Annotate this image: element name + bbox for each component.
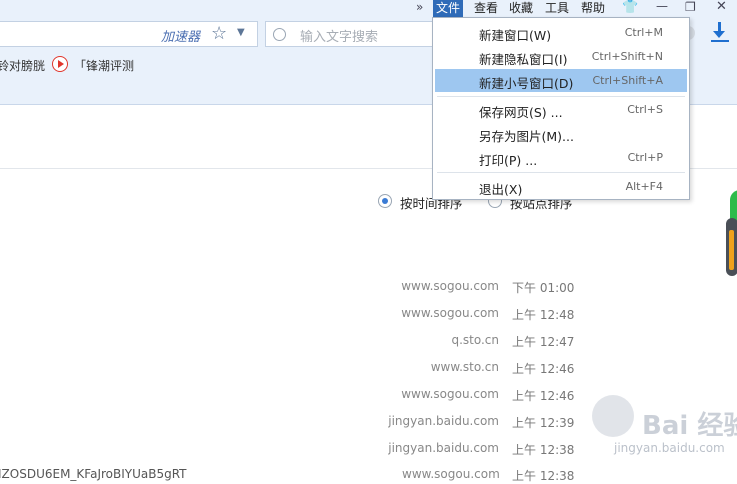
menu-separator [437,96,685,97]
history-time: 上午 12:46 [512,389,575,403]
menu-separator [437,172,685,173]
history-row[interactable]: www.sogou.com 上午 12:48 [0,297,737,324]
menu-file[interactable]: 文件 [433,0,464,17]
menu-item-shortcut: Ctrl+M [624,26,663,39]
history-row[interactable]: q.sto.cn 上午 12:47 [0,324,737,351]
menu-item-print[interactable]: 打印(P) ... Ctrl+P [435,146,687,169]
menu-item-shortcut: Alt+F4 [625,180,663,193]
minimize-icon[interactable]: — [656,0,668,13]
menu-item-shortcut: Ctrl+P [627,151,663,164]
download-icon[interactable] [711,22,729,42]
menu-item-shortcut: Ctrl+Shift+N [591,50,663,63]
menu-tools[interactable]: 工具 [542,0,572,17]
shirt-skin-icon[interactable]: 👕 [622,0,638,15]
file-menu-dropdown: 新建窗口(W) Ctrl+M 新建隐私窗口(I) Ctrl+Shift+N 新建… [432,17,690,200]
dropdown-arrow-icon[interactable]: ▼ [237,27,245,38]
bookmark-item[interactable]: 「锋潮评测 [74,57,134,74]
menu-item-shortcut: Ctrl+S [627,103,663,116]
menu-item-new-private-window[interactable]: 新建隐私窗口(I) Ctrl+Shift+N [435,45,687,68]
accelerator-label[interactable]: 加速器 [161,26,200,45]
history-row[interactable]: www.sogou.com 下午 01:00 [0,270,737,297]
menu-help[interactable]: 帮助 [578,0,608,17]
menu-item-shortcut: Ctrl+Shift+A [592,74,663,87]
history-time: 上午 12:38 [512,443,575,457]
watermark: Bai 经验 jingyan.baidu.com [586,395,737,461]
history-row[interactable]: www.sto.cn 上午 12:46 [0,351,737,378]
menu-item-label: 保存网页(S) ... [479,105,563,120]
history-time: 上午 12:39 [512,416,575,430]
menu-item-save-page[interactable]: 保存网页(S) ... Ctrl+S [435,98,687,121]
menu-item-new-alt-window[interactable]: 新建小号窗口(D) Ctrl+Shift+A [435,69,687,92]
menu-item-label: 退出(X) [479,182,523,197]
history-domain: www.sogou.com [401,387,499,401]
bookmark-item[interactable]: 铃对膀胱 [0,57,45,74]
history-domain: jingyan.baidu.com [388,414,499,428]
history-domain: www.sogou.com [401,279,499,293]
history-time: 上午 12:46 [512,362,575,376]
watermark-subtext: jingyan.baidu.com [614,441,725,455]
menu-item-save-as-image[interactable]: 另存为图片(M)... [435,122,687,145]
star-icon[interactable]: ☆ [211,23,227,44]
baidu-paw-logo [592,395,634,437]
menu-item-new-window[interactable]: 新建窗口(W) Ctrl+M [435,21,687,44]
history-title-partial[interactable]: IZOSDU6EM_KFaJroBIYUaB5gRT [0,467,187,481]
menu-item-label: 打印(P) ... [479,153,538,168]
history-domain: www.sto.cn [430,360,499,374]
history-time: 上午 12:47 [512,335,575,349]
chevron-more-icon[interactable]: » [416,0,423,14]
history-domain-partial: www.sogou.com [402,467,500,481]
search-placeholder: 输入文字搜索 [300,30,379,45]
history-time-partial: 上午 12:38 [512,469,575,483]
search-icon [273,28,286,41]
history-domain: q.sto.cn [451,333,499,347]
watermark-text: Bai 经验 [642,411,737,441]
close-icon[interactable]: ✕ [716,0,727,14]
side-speed-widget[interactable] [724,190,737,285]
menu-item-label: 新建小号窗口(D) [479,76,574,91]
play-icon [52,56,68,72]
address-bar[interactable]: 加速器 ☆ ▼ [0,21,258,47]
restore-icon[interactable]: ❐ [685,0,696,14]
history-time: 上午 12:48 [512,308,575,322]
menu-view[interactable]: 查看 [471,0,501,17]
menu-item-label: 新建窗口(W) [479,28,552,43]
menu-item-label: 另存为图片(M)... [479,129,574,144]
menu-item-exit[interactable]: 退出(X) Alt+F4 [435,175,687,198]
menu-favorites[interactable]: 收藏 [506,0,536,17]
sort-by-time-radio[interactable] [378,194,392,208]
history-domain: www.sogou.com [401,306,499,320]
history-time: 下午 01:00 [512,281,575,295]
history-domain: jingyan.baidu.com [388,441,499,455]
menu-item-label: 新建隐私窗口(I) [479,52,568,67]
